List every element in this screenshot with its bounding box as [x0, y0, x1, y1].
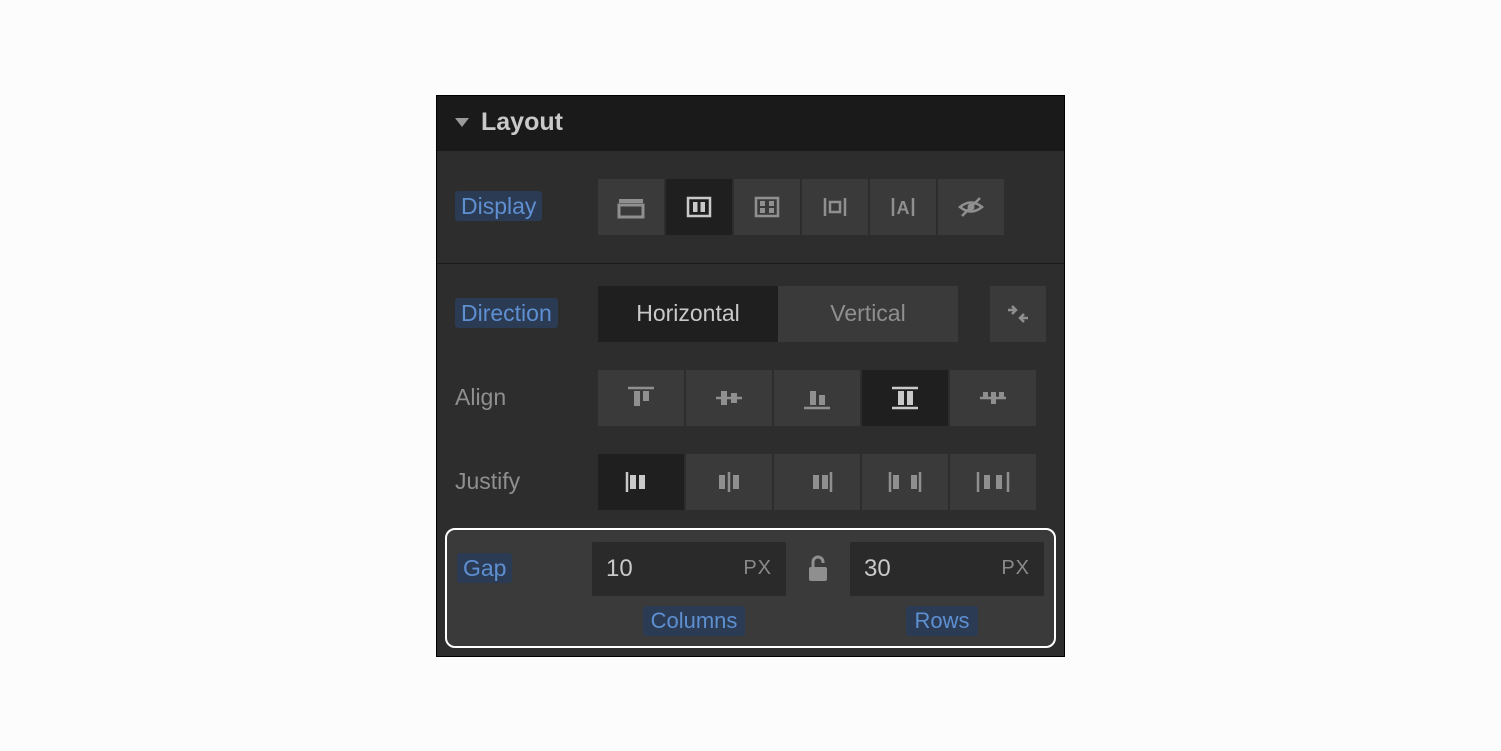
display-none-button[interactable]: [938, 179, 1004, 235]
gap-rows-input[interactable]: 30 PX: [850, 542, 1044, 596]
gap-rows-value: 30: [864, 555, 891, 583]
justify-row: Justify: [437, 440, 1064, 524]
gap-rows-label: Rows: [906, 606, 977, 636]
svg-text:A: A: [897, 198, 910, 218]
display-label: Display: [455, 191, 542, 221]
direction-label: Direction: [455, 298, 558, 328]
wrap-toggle-button[interactable]: [990, 286, 1046, 342]
align-baseline-button[interactable]: [950, 370, 1036, 426]
gap-columns-label: Columns: [643, 606, 746, 636]
chevron-down-icon: [455, 118, 469, 127]
align-start-button[interactable]: [598, 370, 684, 426]
direction-horizontal-button[interactable]: Horizontal: [598, 286, 778, 342]
gap-columns-unit[interactable]: PX: [743, 557, 772, 580]
align-options: [598, 370, 1036, 426]
justify-end-button[interactable]: [774, 454, 860, 510]
align-label: Align: [455, 384, 580, 411]
display-block-button[interactable]: [598, 179, 664, 235]
direction-options: Horizontal Vertical: [598, 286, 958, 342]
align-center-button[interactable]: [686, 370, 772, 426]
layout-panel: Layout Display A Directio: [436, 95, 1065, 657]
unlock-icon: [805, 554, 831, 584]
display-flex-button[interactable]: [666, 179, 732, 235]
display-grid-button[interactable]: [734, 179, 800, 235]
align-end-button[interactable]: [774, 370, 860, 426]
justify-start-button[interactable]: [598, 454, 684, 510]
justify-between-button[interactable]: [862, 454, 948, 510]
justify-around-button[interactable]: [950, 454, 1036, 510]
justify-options: [598, 454, 1036, 510]
gap-section: Gap 10 PX 30 PX Columns Rows: [445, 528, 1056, 648]
align-row: Align: [437, 356, 1064, 440]
gap-columns-input[interactable]: 10 PX: [592, 542, 786, 596]
gap-lock-toggle[interactable]: [796, 554, 840, 584]
display-inline-button[interactable]: A: [870, 179, 936, 235]
justify-label: Justify: [455, 468, 580, 495]
display-row: Display A: [437, 151, 1064, 264]
direction-row: Direction Horizontal Vertical: [437, 264, 1064, 356]
gap-label: Gap: [457, 553, 512, 583]
display-inline-block-button[interactable]: [802, 179, 868, 235]
gap-columns-value: 10: [606, 555, 633, 583]
direction-vertical-button[interactable]: Vertical: [778, 286, 958, 342]
display-options: A: [598, 179, 1004, 235]
section-header[interactable]: Layout: [437, 96, 1064, 151]
justify-center-button[interactable]: [686, 454, 772, 510]
section-title: Layout: [481, 108, 563, 137]
gap-rows-unit[interactable]: PX: [1001, 557, 1030, 580]
align-stretch-button[interactable]: [862, 370, 948, 426]
